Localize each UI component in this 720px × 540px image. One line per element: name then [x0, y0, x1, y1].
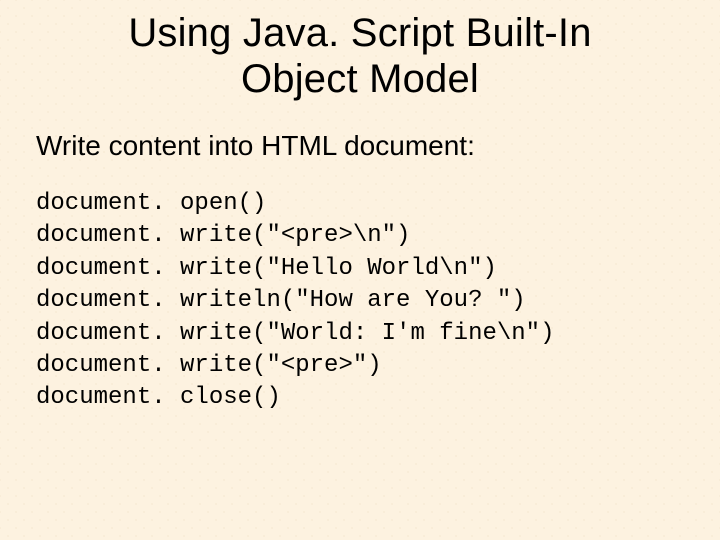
slide-title: Using Java. Script Built-In Object Model	[36, 10, 684, 102]
code-line: document. write("<pre>")	[36, 352, 382, 379]
code-line: document. write("World: I'm fine\n")	[36, 320, 554, 347]
code-line: document. open()	[36, 190, 266, 217]
code-line: document. close()	[36, 384, 281, 411]
code-line: document. write("Hello World\n")	[36, 255, 497, 282]
slide: Using Java. Script Built-In Object Model…	[0, 0, 720, 415]
code-line: document. write("<pre>\n")	[36, 222, 410, 249]
title-line-1: Using Java. Script Built-In	[128, 11, 591, 55]
title-line-2: Object Model	[241, 57, 479, 101]
code-block: document. open() document. write("<pre>\…	[36, 188, 684, 415]
code-line: document. writeln("How are You? ")	[36, 287, 526, 314]
slide-subtitle: Write content into HTML document:	[36, 130, 684, 162]
